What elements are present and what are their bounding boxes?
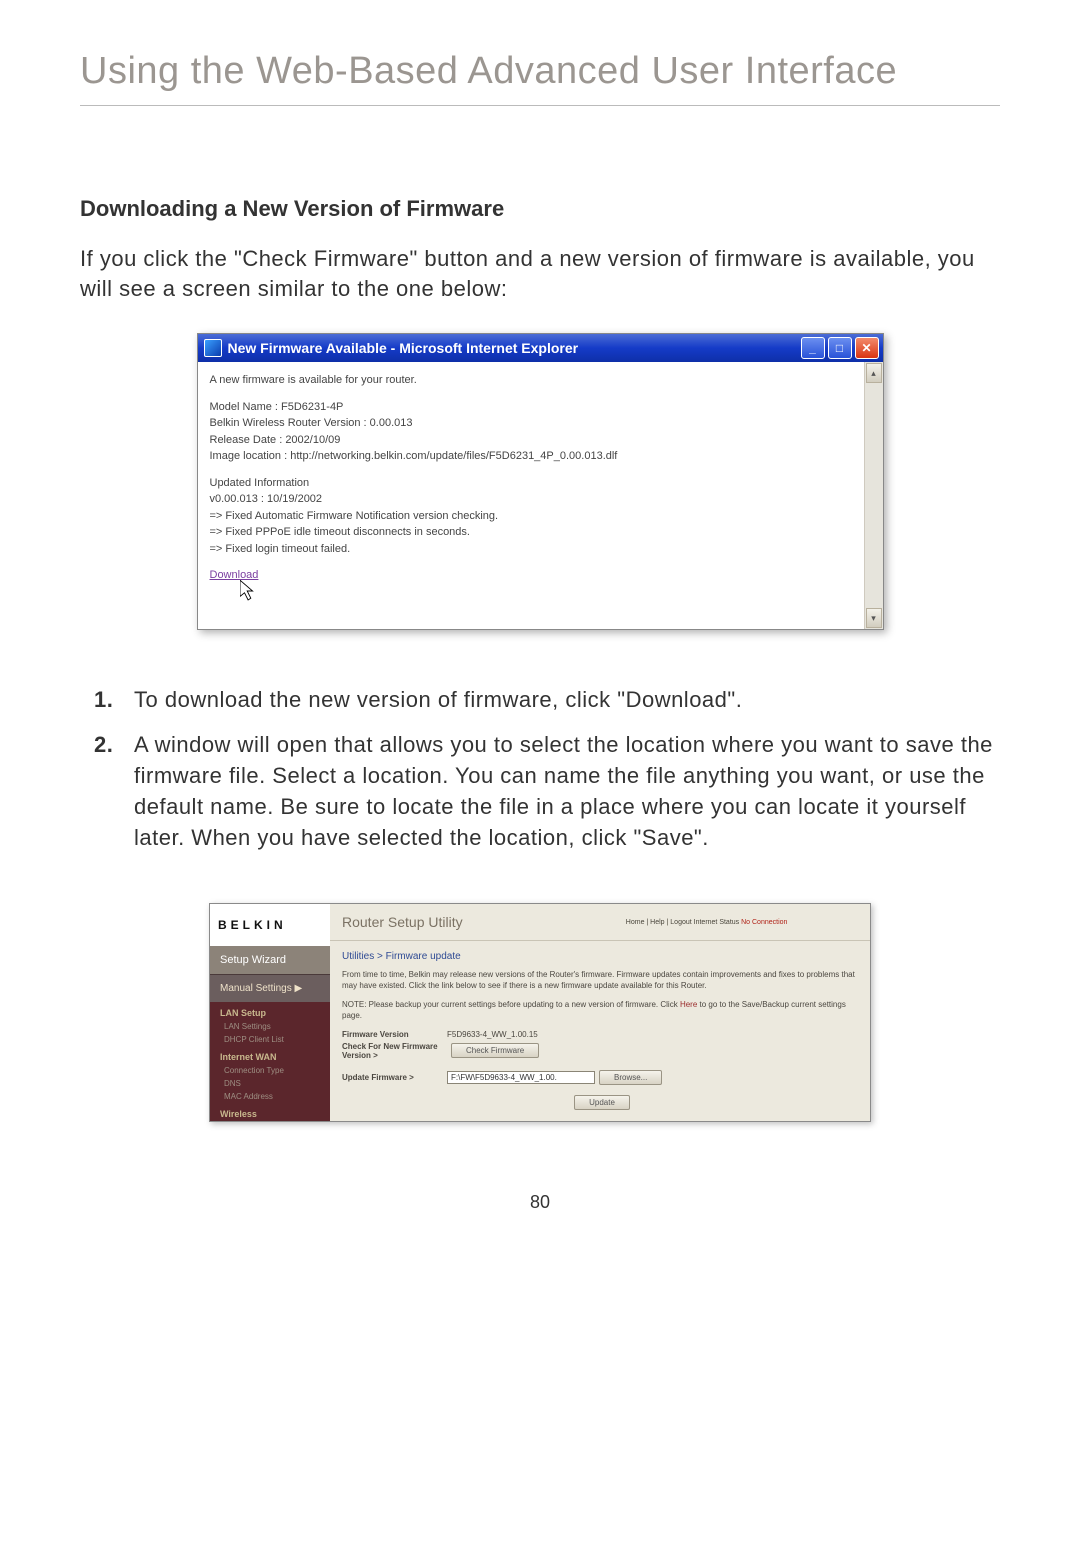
setup-wizard-button[interactable]: Setup Wizard — [210, 946, 330, 974]
ie-titlebar: New Firmware Available - Microsoft Inter… — [198, 334, 883, 362]
cursor-icon — [240, 580, 882, 608]
instruction-list: To download the new version of firmware,… — [80, 685, 1000, 853]
sidebar-item-lan-settings[interactable]: LAN Settings — [210, 1020, 330, 1033]
ie-update-line1: v0.00.013 : 10/19/2002 — [210, 491, 852, 508]
ie-model-name: Model Name : F5D6231-4P — [210, 399, 852, 416]
minimize-button[interactable]: _ — [801, 337, 825, 359]
firmware-version-value: F5D9633-4_WW_1.00.15 — [447, 1030, 538, 1039]
firmware-update-description: From time to time, Belkin may release ne… — [342, 970, 858, 992]
intro-text: If you click the "Check Firmware" button… — [80, 244, 1000, 303]
ie-logo-icon — [204, 339, 222, 357]
router-sidebar: BELKIN Setup Wizard Manual Settings ▶ LA… — [210, 904, 330, 1121]
ie-update-line2: => Fixed Automatic Firmware Notification… — [210, 508, 852, 525]
sidebar-item-conntype[interactable]: Connection Type — [210, 1064, 330, 1077]
sidebar-cat-lan: LAN Setup — [210, 1002, 330, 1020]
router-main-panel: Router Setup Utility Home | Help | Logou… — [330, 904, 870, 1121]
close-button[interactable]: ✕ — [855, 337, 879, 359]
firmware-version-label: Firmware Version — [342, 1030, 447, 1039]
ie-window-title: New Firmware Available - Microsoft Inter… — [228, 340, 801, 356]
browse-button[interactable]: Browse... — [599, 1070, 662, 1085]
update-button[interactable]: Update — [574, 1095, 630, 1110]
sidebar-cat-wan: Internet WAN — [210, 1046, 330, 1064]
sidebar-item-dhcp[interactable]: DHCP Client List — [210, 1033, 330, 1046]
ie-router-version: Belkin Wireless Router Version : 0.00.01… — [210, 415, 852, 432]
manual-settings-button[interactable]: Manual Settings ▶ — [210, 974, 330, 1002]
ie-line-available: A new firmware is available for your rou… — [210, 372, 852, 389]
page-title: Using the Web-Based Advanced User Interf… — [80, 50, 1000, 106]
scroll-up-icon[interactable]: ▴ — [866, 363, 882, 383]
breadcrumb: Utilities > Firmware update — [342, 951, 858, 962]
ie-release-date: Release Date : 2002/10/09 — [210, 432, 852, 449]
page-number: 80 — [80, 1192, 1000, 1213]
step-2: A window will open that allows you to se… — [120, 730, 1000, 853]
ie-update-line4: => Fixed login timeout failed. — [210, 541, 852, 558]
sidebar-cat-wireless: Wireless — [210, 1103, 330, 1121]
ie-image-location: Image location : http://networking.belki… — [210, 448, 852, 465]
ie-content-area: A new firmware is available for your rou… — [198, 362, 864, 629]
sidebar-item-mac[interactable]: MAC Address — [210, 1090, 330, 1103]
belkin-logo: BELKIN — [210, 904, 330, 946]
ie-update-line3: => Fixed PPPoE idle timeout disconnects … — [210, 524, 852, 541]
step-1: To download the new version of firmware,… — [120, 685, 1000, 716]
ie-popup-window: New Firmware Available - Microsoft Inter… — [197, 333, 884, 630]
section-heading: Downloading a New Version of Firmware — [80, 196, 1000, 222]
router-header-title: Router Setup Utility — [342, 914, 626, 930]
router-header-links[interactable]: Home | Help | Logout Internet Status No … — [626, 919, 788, 926]
status-no-connection: No Connection — [741, 919, 787, 926]
check-firmware-button[interactable]: Check Firmware — [451, 1043, 539, 1058]
backup-here-link[interactable]: Here — [680, 1000, 697, 1009]
maximize-button[interactable]: □ — [828, 337, 852, 359]
router-utility-screenshot: BELKIN Setup Wizard Manual Settings ▶ LA… — [209, 903, 871, 1122]
firmware-backup-note: NOTE: Please backup your current setting… — [342, 1000, 858, 1022]
firmware-file-input[interactable] — [447, 1071, 595, 1084]
check-firmware-label: Check For New Firmware Version > — [342, 1042, 447, 1060]
ie-updated-info-title: Updated Information — [210, 475, 852, 492]
sidebar-item-dns[interactable]: DNS — [210, 1077, 330, 1090]
update-firmware-label: Update Firmware > — [342, 1073, 447, 1082]
scroll-down-icon[interactable]: ▾ — [866, 608, 882, 628]
